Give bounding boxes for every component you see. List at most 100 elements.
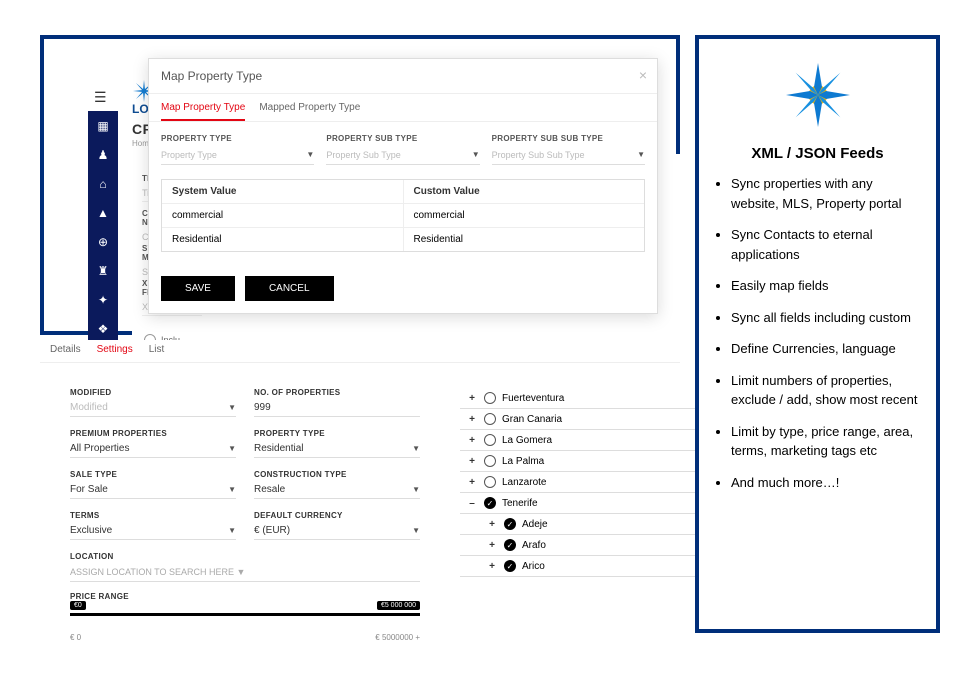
save-button[interactable]: SAVE (161, 276, 235, 301)
info-list-item: Sync Contacts to eternal applications (731, 225, 922, 264)
price-min-text: € 0 (70, 633, 81, 642)
price-max-text: € 5000000 + (375, 633, 420, 642)
premium-label: PREMIUM PROPERTIES (70, 429, 236, 438)
tree-item[interactable]: + La Palma (460, 451, 695, 472)
map-property-modal: Map Property Type × Map Property Type Ma… (148, 58, 658, 314)
tab-mapped-property-type[interactable]: Mapped Property Type (259, 102, 360, 121)
tree-item[interactable]: –✓ Tenerife (460, 493, 695, 514)
info-title: XML / JSON Feeds (713, 145, 922, 162)
value-table: System Value Custom Value commercial com… (161, 179, 645, 252)
info-list-item: Define Currencies, language (731, 339, 922, 359)
info-list-item: Sync all fields including custom (731, 308, 922, 328)
premium-select[interactable]: All Properties▼ (70, 440, 236, 458)
construct-select[interactable]: Resale▼ (254, 481, 420, 499)
location-tree: +Fuerteventura+Gran Canaria+La Gomera+La… (460, 388, 695, 577)
tree-label: Arico (522, 561, 545, 572)
property-type-select[interactable]: Property Type▼ (161, 146, 314, 165)
cancel-button[interactable]: CANCEL (245, 276, 334, 301)
table-cell: Residential (162, 228, 404, 251)
sidebar: ▦ ♟ ⌂ ▲ ⊕ ♜ ✦ ❖ (88, 111, 118, 366)
tree-label: Fuerteventura (502, 393, 564, 404)
tree-label: La Gomera (502, 435, 552, 446)
checked-icon[interactable]: ✓ (504, 560, 516, 572)
close-icon[interactable]: × (639, 67, 647, 83)
price-min-badge: €0 (70, 601, 86, 610)
tree-label: Lanzarote (502, 477, 546, 488)
unchecked-icon[interactable] (484, 434, 496, 446)
tree-item[interactable]: + La Gomera (460, 430, 695, 451)
property-subsubtype-select[interactable]: Property Sub Sub Type▼ (492, 146, 645, 165)
expand-icon[interactable]: + (466, 393, 478, 404)
unchecked-icon[interactable] (484, 413, 496, 425)
unchecked-icon[interactable] (484, 476, 496, 488)
tree-item[interactable]: + Fuerteventura (460, 388, 695, 409)
expand-icon[interactable]: + (466, 456, 478, 467)
saletype-select[interactable]: For Sale▼ (70, 481, 236, 499)
unchecked-icon[interactable] (484, 455, 496, 467)
saletype-label: SALE TYPE (70, 470, 236, 479)
property-subtype-label: PROPERTY SUB TYPE (326, 134, 479, 143)
sidebar-tag-icon[interactable]: ❖ (98, 322, 109, 336)
property-type-label: PROPERTY TYPE (161, 134, 314, 143)
numprops-input[interactable]: 999 (254, 399, 420, 417)
modified-label: MODIFIED (70, 388, 236, 397)
ptype-select[interactable]: Residential▼ (254, 440, 420, 458)
tree-label: La Palma (502, 456, 544, 467)
info-panel: XML / JSON Feeds Sync properties with an… (695, 35, 940, 633)
tree-child-item[interactable]: + ✓ Adeje (460, 514, 695, 535)
sidebar-settings-icon[interactable]: ✦ (98, 293, 108, 307)
expand-icon[interactable]: + (466, 477, 478, 488)
property-subsubtype-label: PROPERTY SUB SUB TYPE (492, 134, 645, 143)
expand-icon[interactable]: + (466, 414, 478, 425)
hamburger-icon[interactable]: ☰ (94, 89, 107, 106)
numprops-label: NO. OF PROPERTIES (254, 388, 420, 397)
sidebar-admin-icon[interactable]: ♜ (98, 264, 109, 278)
location-input[interactable]: ASSIGN LOCATION TO SEARCH HERE ▼ (70, 563, 420, 582)
tree-child-item[interactable]: + ✓ Arafo (460, 535, 695, 556)
custom-value-header: Custom Value (404, 180, 645, 204)
checked-icon[interactable]: ✓ (504, 539, 516, 551)
ptype-label: PROPERTY TYPE (254, 429, 420, 438)
info-list-item: Limit by type, price range, area, terms,… (731, 422, 922, 461)
terms-select[interactable]: Exclusive▼ (70, 522, 236, 540)
tree-child-item[interactable]: + ✓ Arico (460, 556, 695, 577)
tree-label: Arafo (522, 540, 546, 551)
location-label: LOCATION (70, 552, 420, 561)
table-cell[interactable]: Residential (404, 228, 645, 251)
expand-icon[interactable]: + (486, 519, 498, 530)
sidebar-contact-icon[interactable]: ▲ (97, 206, 109, 220)
terms-label: TERMS (70, 511, 236, 520)
checked-icon[interactable]: ✓ (484, 497, 496, 509)
tab-list[interactable]: List (149, 344, 165, 358)
info-list: Sync properties with any website, MLS, P… (713, 174, 922, 492)
unchecked-icon[interactable] (484, 392, 496, 404)
property-subtype-select[interactable]: Property Sub Type▼ (326, 146, 479, 165)
modal-title: Map Property Type (161, 69, 262, 83)
modified-select[interactable]: Modified▼ (70, 399, 236, 417)
sidebar-user-icon[interactable]: ♟ (98, 148, 109, 162)
table-cell[interactable]: commercial (404, 204, 645, 228)
expand-icon[interactable]: + (486, 561, 498, 572)
tree-label: Adeje (522, 519, 548, 530)
checked-icon[interactable]: ✓ (504, 518, 516, 530)
bottom-panel: Details Settings List MODIFIED Modified▼… (40, 340, 680, 640)
info-list-item: Limit numbers of properties, exclude / a… (731, 371, 922, 410)
expand-icon[interactable]: + (486, 540, 498, 551)
info-list-item: Easily map fields (731, 276, 922, 296)
tree-label: Tenerife (502, 498, 538, 509)
price-slider[interactable]: €0 €5 000 000 (70, 605, 420, 625)
tree-item[interactable]: + Lanzarote (460, 472, 695, 493)
tab-details[interactable]: Details (50, 344, 81, 358)
tab-map-property-type[interactable]: Map Property Type (161, 102, 245, 121)
expand-icon[interactable]: + (466, 435, 478, 446)
tree-item[interactable]: +Gran Canaria (460, 409, 695, 430)
system-value-header: System Value (162, 180, 404, 204)
tab-settings[interactable]: Settings (97, 344, 133, 358)
sidebar-dashboard-icon[interactable]: ▦ (97, 119, 108, 133)
info-logo-icon (778, 55, 858, 135)
currency-select[interactable]: € (EUR)▼ (254, 522, 420, 540)
sidebar-globe-icon[interactable]: ⊕ (98, 235, 108, 249)
collapse-icon[interactable]: – (466, 498, 478, 509)
sidebar-home-icon[interactable]: ⌂ (99, 177, 106, 191)
price-label: PRICE RANGE (70, 592, 420, 601)
